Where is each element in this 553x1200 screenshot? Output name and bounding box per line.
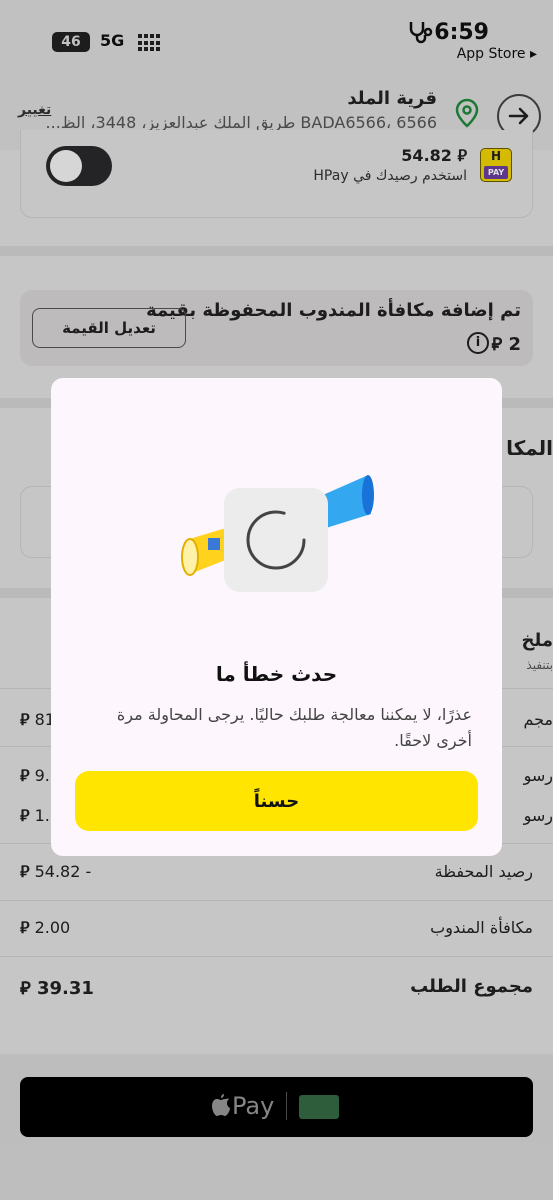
error-title: حدث خطأ ما <box>215 662 338 686</box>
spinner-tile <box>224 488 328 592</box>
error-illustration <box>181 475 374 592</box>
error-message: عذرًا، لا يمكننا معالجة طلبك حاليًا. يرج… <box>116 705 472 750</box>
ok-button[interactable]: حسناً <box>75 771 478 831</box>
